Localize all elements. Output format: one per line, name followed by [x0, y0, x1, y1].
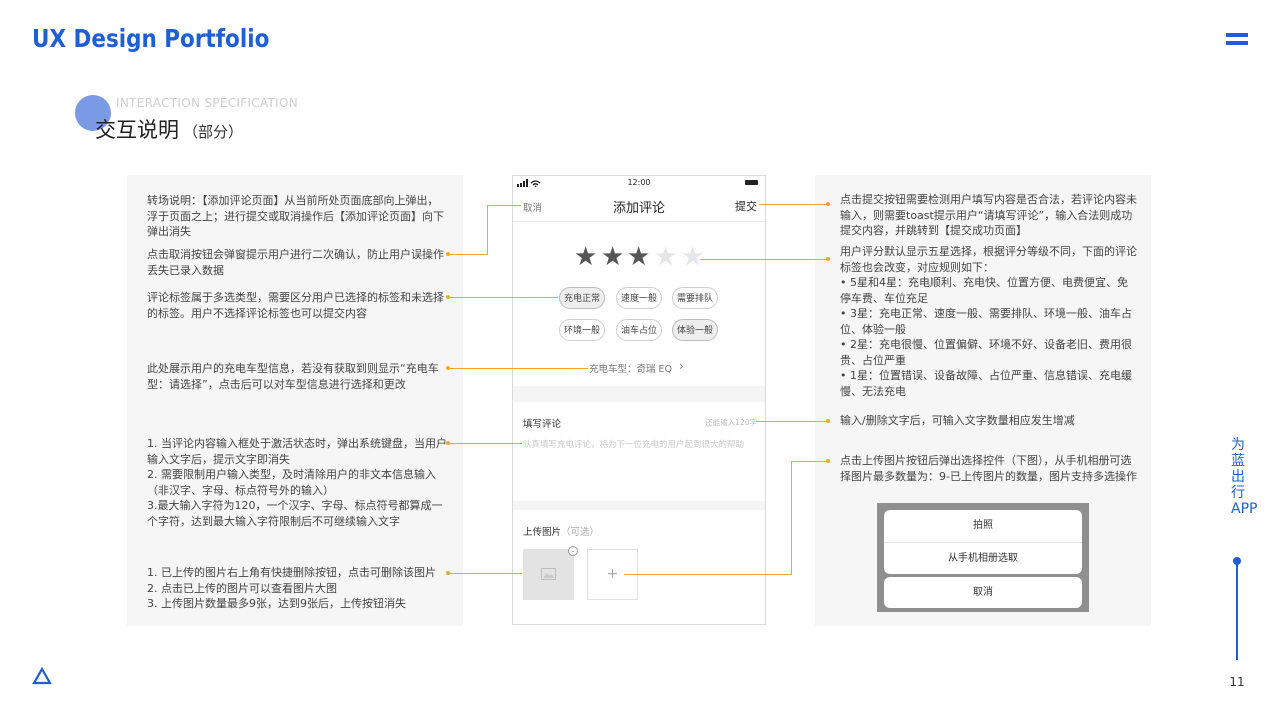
- annotation-line: [791, 461, 827, 462]
- annotation-line: [700, 259, 827, 260]
- tag-speed-average[interactable]: 速度一般: [616, 287, 662, 309]
- tag-experience-average[interactable]: 体验一般: [672, 319, 718, 341]
- album-option[interactable]: 从手机相册选取: [884, 543, 1082, 574]
- annotation-line: [487, 205, 488, 255]
- take-photo-option[interactable]: 拍照: [884, 510, 1082, 542]
- star-icon[interactable]: ★: [681, 244, 704, 270]
- annotation-line: [759, 204, 827, 205]
- tag-charging-normal[interactable]: 充电正常: [559, 287, 605, 309]
- annotation-line: [624, 574, 792, 575]
- upload-label: 上传图片（可选）: [523, 524, 599, 538]
- note-cancel: 点击取消按钮会弹窗提示用户进行二次确认，防止用户误操作丢失已录入数据: [147, 248, 444, 277]
- comment-input[interactable]: 认真填写充电评论，将为下一位充电的用户起到很大的帮助: [523, 437, 758, 453]
- annotation-line: [450, 443, 522, 444]
- comment-label: 填写评论: [523, 419, 562, 430]
- note-tags: 评论标签属于多选类型，需要区分用户已选择的标签和未选择的标签。用户不选择评论标签…: [147, 291, 444, 320]
- menu-icon[interactable]: [1226, 33, 1248, 37]
- annotation-line: [450, 573, 522, 574]
- note-comment-input: 1. 当评论内容输入框处于激活状态时，弹出系统键盘，当用户输入文字后，提示文字即…: [147, 437, 447, 528]
- upload-label-text: 上传图片: [523, 527, 562, 538]
- menu-icon-bar: [1226, 41, 1248, 45]
- action-sheet: 拍照 从手机相册选取 取消: [877, 503, 1089, 612]
- triangle-logo-icon: [32, 667, 52, 685]
- tag-need-queue[interactable]: 需要排队: [672, 287, 718, 309]
- note-char-count: 输入/删除文字后，可输入文字数量相应发生增减: [840, 414, 1075, 427]
- section-title-sub: （部分）: [183, 123, 244, 141]
- annotation-line: [791, 461, 792, 575]
- annotation-line: [450, 254, 487, 255]
- section-title-main: 交互说明: [95, 118, 179, 142]
- upload-optional-text: （可选）: [561, 527, 600, 538]
- timeline-line: [1236, 563, 1238, 660]
- section-title-en: INTERACTION SPECIFICATION: [116, 96, 299, 110]
- section-gap: [513, 501, 765, 510]
- star-icon[interactable]: ★: [574, 244, 597, 270]
- car-model-text: 充电车型：奇瑞 EQ: [589, 364, 672, 375]
- note-submit: 点击提交按钮需要检测用户填写内容是否合法，若评论内容未输入，则需要toast提示…: [840, 193, 1137, 237]
- star-icon[interactable]: ★: [601, 244, 624, 270]
- star-icon[interactable]: ★: [654, 244, 677, 270]
- note-upload-picker: 点击上传图片按钮后弹出选择控件（下图），从手机相册可选择图片最多数量为：9-已上…: [840, 454, 1137, 483]
- annotation-line: [756, 421, 827, 422]
- annotation-line: [487, 205, 521, 206]
- screen-title: 添加评论: [612, 201, 665, 216]
- annotation-line: [450, 297, 558, 298]
- brand-title: UX Design Portfolio: [32, 24, 270, 53]
- note-transition: 转场说明：【添加评论页面】从当前所处页面底部向上弹出，浮于页面之上；进行提交或取…: [147, 194, 444, 238]
- chevron-right-icon: ›: [679, 359, 684, 373]
- left-notes-panel: [127, 175, 463, 626]
- section-gap: [513, 386, 765, 402]
- note-car-model: 此处展示用户的充电车型信息，若没有获取到则显示“充电车型：请选择”，点击后可以对…: [147, 362, 439, 391]
- uploaded-image-thumb[interactable]: [523, 549, 574, 600]
- annotation-line: [450, 368, 588, 369]
- vertical-app-title: 为蓝出行APP: [1231, 437, 1258, 517]
- tag-environment-average[interactable]: 环境一般: [559, 319, 605, 341]
- delete-image-icon[interactable]: –: [568, 546, 578, 556]
- comment-counter: 还能输入120字: [705, 418, 757, 427]
- star-rating[interactable]: ★ ★ ★ ★ ★: [513, 244, 765, 270]
- section-title-zh: 交互说明 （部分）: [95, 114, 243, 144]
- page-number: 11: [1229, 675, 1245, 689]
- note-upload-images: 1. 已上传的图片右上角有快捷删除按钮，点击可删除该图片 2. 点击已上传的图片…: [147, 566, 436, 610]
- sheet-cancel-button[interactable]: 取消: [884, 577, 1082, 608]
- status-time: 12:00: [627, 178, 651, 187]
- note-rating-rules: 用户评分默认显示五星选择，根据评分等级不同，下面的评论标签也会改变，对应规则如下…: [840, 245, 1137, 398]
- nav-divider: [513, 221, 765, 222]
- battery-icon: [745, 180, 758, 185]
- image-placeholder-icon: [541, 568, 556, 580]
- phone-mockup: 12:00 取消 添加评论 提交 ★ ★ ★ ★ ★ 充电正常 速度一般 需要排…: [512, 175, 766, 625]
- car-model-row[interactable]: 充电车型：奇瑞 EQ ›: [513, 359, 765, 377]
- submit-button[interactable]: 提交: [735, 198, 757, 214]
- star-icon[interactable]: ★: [627, 244, 650, 270]
- tag-oil-car-occupied[interactable]: 油车占位: [616, 319, 662, 341]
